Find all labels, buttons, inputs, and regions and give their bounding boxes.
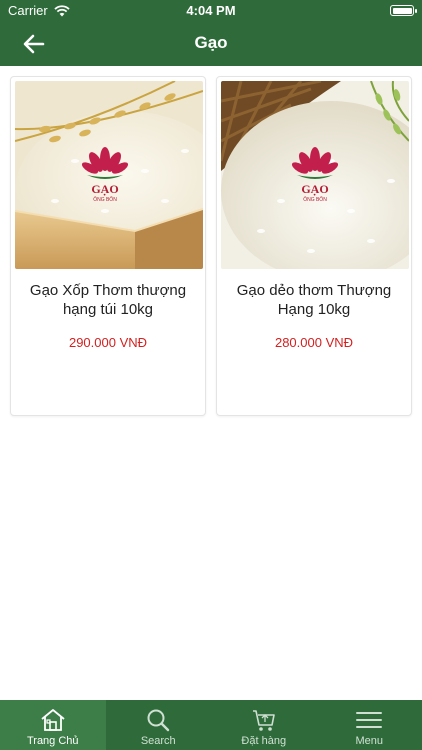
tab-label: Search <box>140 735 176 747</box>
product-name: Gạo Xốp Thơm thượng hạng túi 10kg <box>29 282 187 318</box>
tab-label: Menu <box>355 735 384 747</box>
product-price: 290.000 VNĐ <box>68 335 148 350</box>
product-name: Gạo dẻo thơm Thượng Hạng 10kg <box>236 282 392 318</box>
status-time: 4:04 PM <box>186 3 236 18</box>
tab-bar: Trang Chủ Search Đặt hàng Menu <box>0 700 422 750</box>
nav-bar: Gạo <box>0 22 422 66</box>
product-image: GẠO ÔNG BỐN <box>15 81 203 269</box>
tab-order[interactable]: Đặt hàng <box>211 700 317 750</box>
tab-label: Trang Chủ <box>26 735 79 747</box>
svg-text:ÔNG BỐN: ÔNG BỐN <box>93 196 117 203</box>
battery-icon <box>390 5 417 16</box>
search-icon <box>147 709 170 732</box>
svg-text:ÔNG BỐN: ÔNG BỐN <box>303 196 327 203</box>
product-grid: GẠO ÔNG BỐN Gạo Xốp Thơm thượng hạng túi… <box>0 66 422 700</box>
product-card[interactable]: GẠO ÔNG BỐN Gạo Xốp Thơm thượng hạng túi… <box>10 76 206 416</box>
tab-menu[interactable]: Menu <box>317 700 422 750</box>
menu-icon <box>356 712 383 728</box>
product-card[interactable]: GẠO ÔNG BỐN Gạo dẻo thơm Thượng Hạng 10k… <box>216 76 412 416</box>
page-title: Gạo <box>194 33 228 52</box>
product-image: GẠO ÔNG BỐN <box>221 81 409 269</box>
tab-search[interactable]: Search <box>106 700 212 750</box>
svg-text:GẠO: GẠO <box>91 182 118 196</box>
product-price: 280.000 VNĐ <box>274 335 354 350</box>
status-bar: Carrier 4:04 PM <box>0 0 422 22</box>
tab-home[interactable]: Trang Chủ <box>0 700 106 750</box>
home-icon <box>41 709 65 731</box>
tab-label: Đặt hàng <box>241 735 287 747</box>
svg-text:GẠO: GẠO <box>301 182 328 196</box>
cart-icon <box>252 710 275 731</box>
